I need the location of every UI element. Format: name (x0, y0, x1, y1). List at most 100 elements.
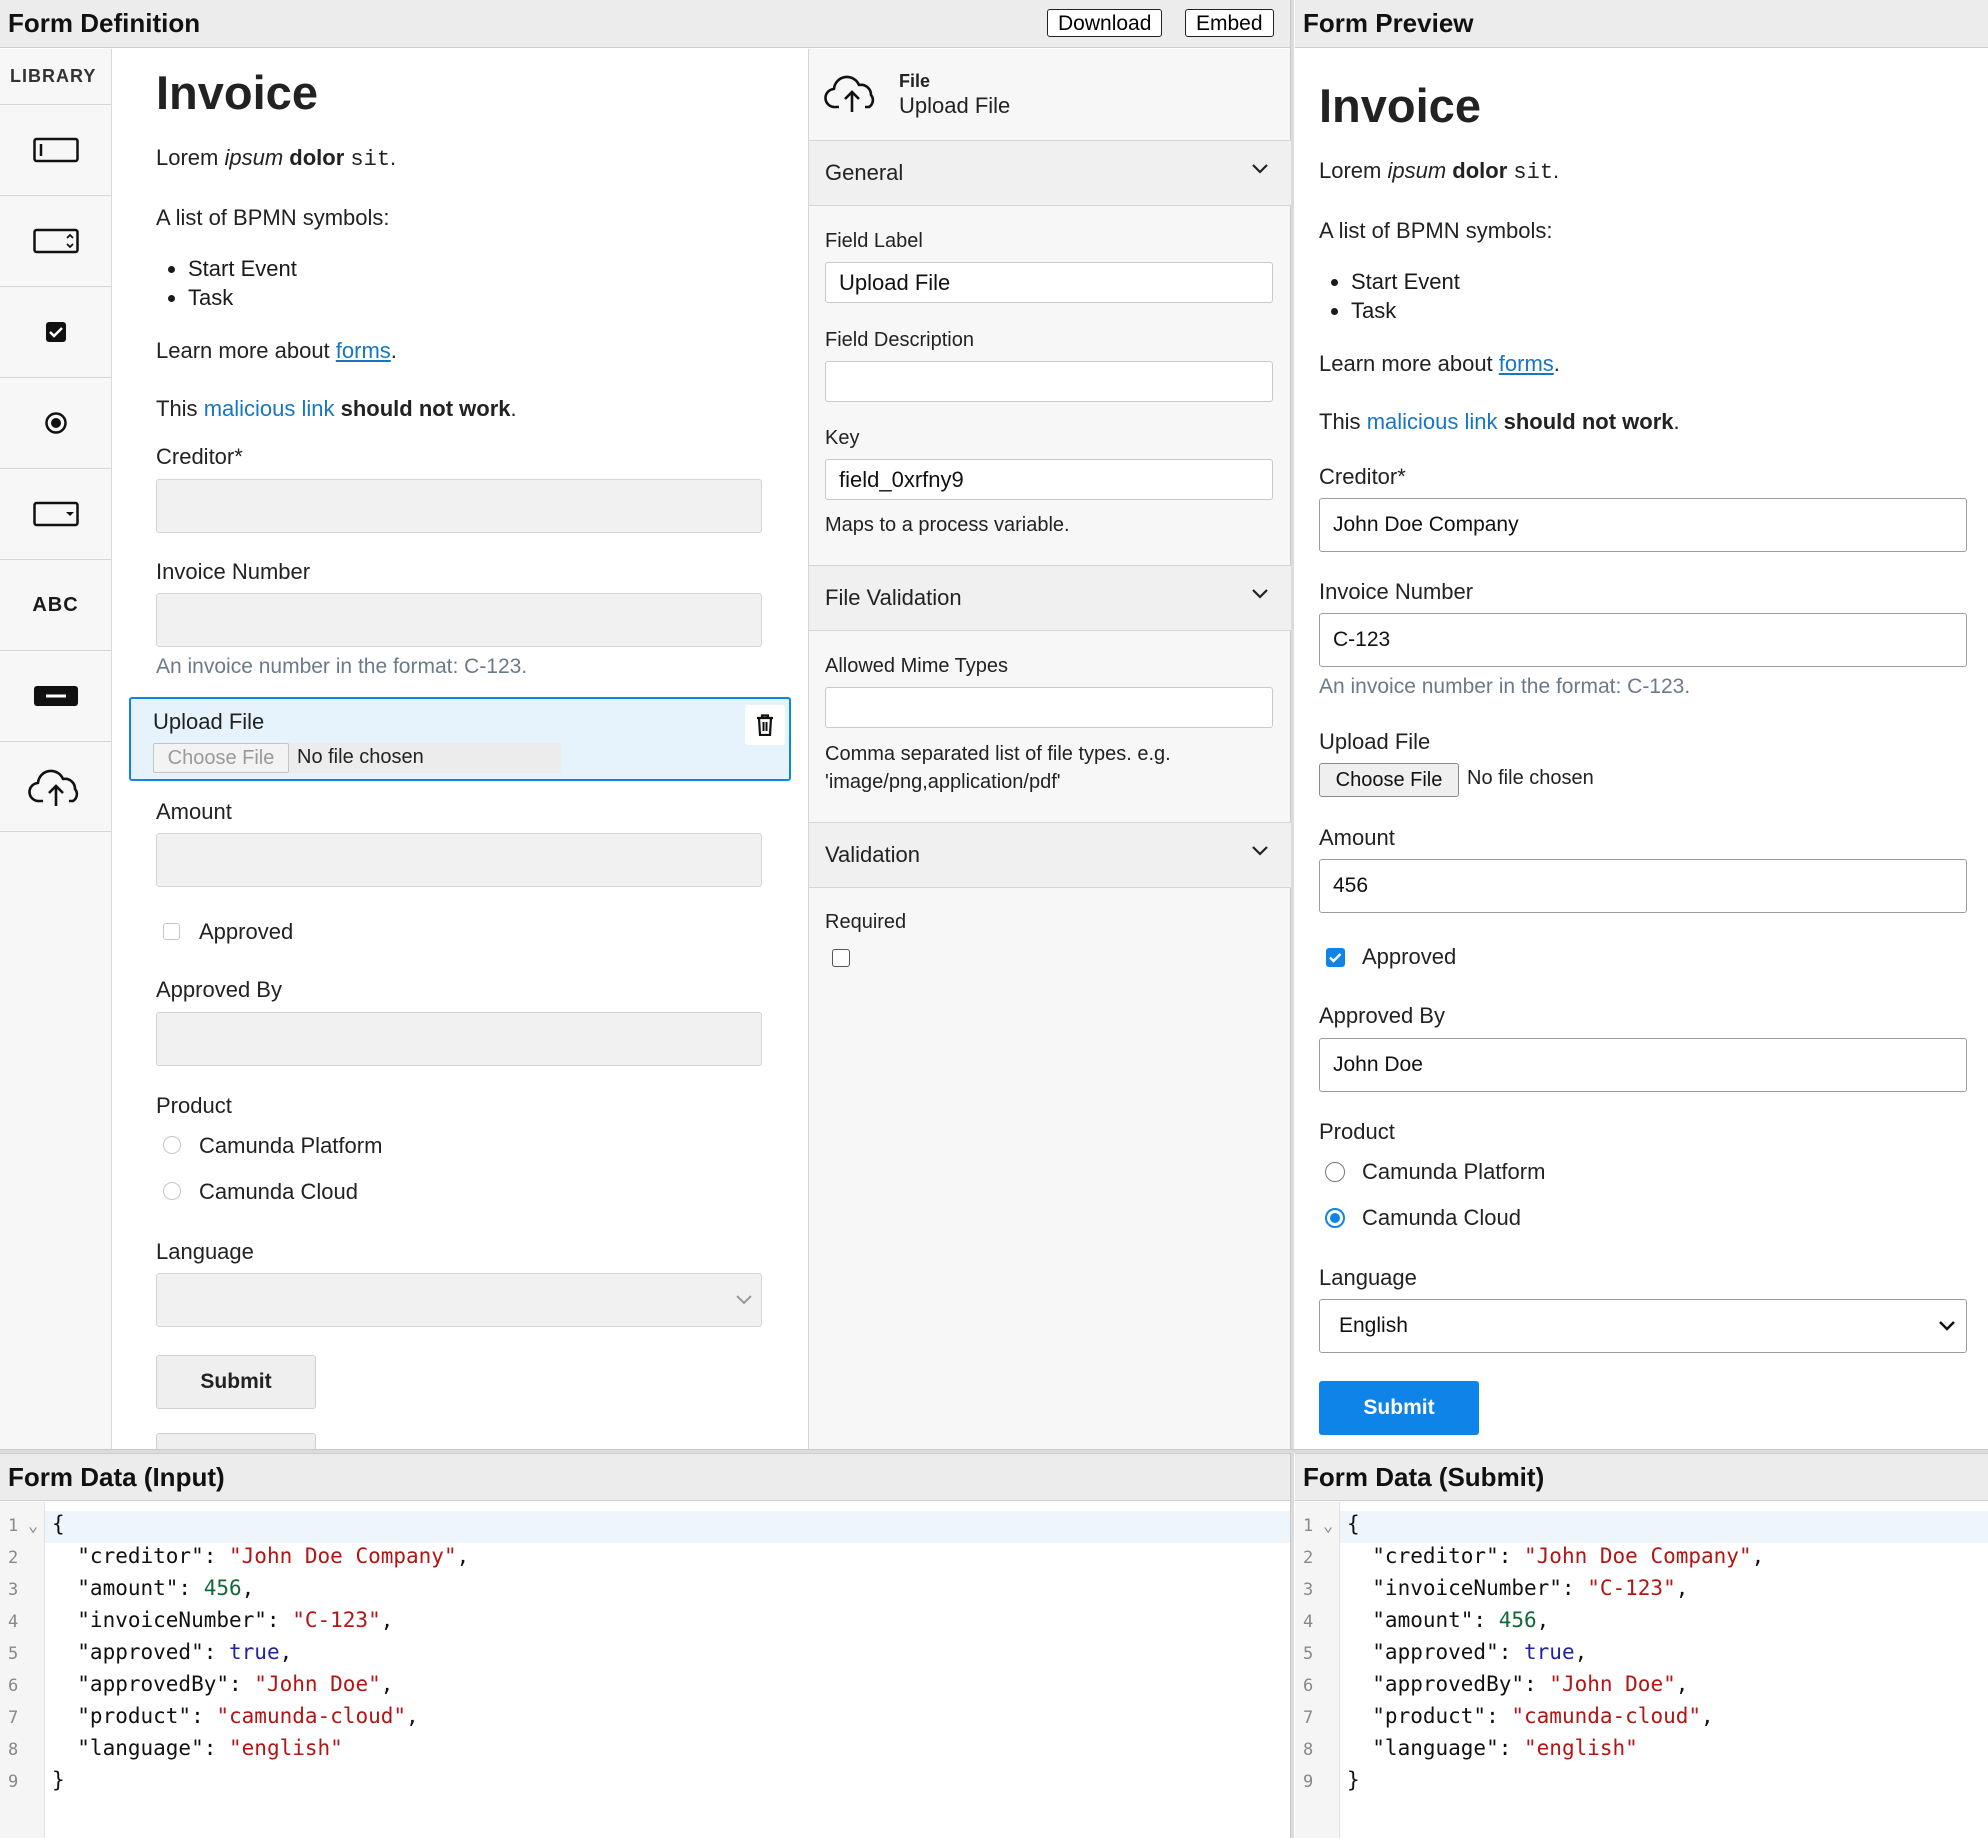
intro-text[interactable]: Lorem ipsum dolor sit. (156, 145, 396, 172)
line-number: 6 (1303, 1676, 1314, 1696)
invoice-number-input[interactable]: C-123 (1319, 613, 1967, 667)
code-line: { (52, 1512, 65, 1536)
bpmn-list: Start EventTask (156, 254, 297, 312)
section-title: File Validation (825, 585, 962, 610)
panel-title: Form Definition (8, 8, 201, 38)
product-radio-platform[interactable] (163, 1136, 181, 1154)
select-icon (32, 501, 79, 527)
palette-textfield[interactable] (0, 104, 111, 195)
chevron-down-icon (736, 1295, 752, 1305)
reset-button[interactable] (156, 1433, 316, 1449)
line-number: 9 (1303, 1772, 1314, 1792)
section-title: Validation (825, 842, 920, 867)
creditor-input[interactable]: John Doe Company (1319, 498, 1967, 552)
upload-label: Upload File (1319, 729, 1431, 754)
line-number: 8 (1303, 1740, 1314, 1760)
vertical-divider[interactable] (1290, 1453, 1294, 1838)
line-number: 3 (1303, 1580, 1314, 1600)
palette-file-upload[interactable] (0, 741, 111, 832)
properties-panel: File Upload File General Field Label Upl… (808, 49, 1291, 1449)
line-number: 5 (8, 1644, 19, 1664)
amount-field[interactable] (156, 833, 762, 887)
approved-checkbox[interactable] (1326, 948, 1345, 967)
button-icon (33, 686, 78, 706)
language-select[interactable] (156, 1273, 762, 1327)
product-radio-cloud[interactable] (1325, 1208, 1345, 1228)
code-line: "amount": 456, (1347, 1608, 1550, 1632)
field-description-input[interactable] (825, 361, 1273, 402)
json-editor-input[interactable]: 1 ⌄ {2 "creditor": "John Doe Company", 3 "a… (0, 1502, 1290, 1838)
creditor-label: Creditor* (156, 444, 243, 469)
line-number: 6 (8, 1676, 19, 1696)
library-title: LIBRARY (10, 66, 97, 86)
code-line: { (1347, 1512, 1360, 1536)
creditor-field[interactable] (156, 479, 762, 533)
list-intro[interactable]: A list of BPMN symbols: (156, 205, 390, 231)
field-description-label: Field Description (825, 329, 974, 351)
form-preview: Invoice Lorem ipsum dolor sit. A list of… (1295, 49, 1988, 1449)
malicious-text[interactable]: This malicious link should not work. (156, 396, 517, 422)
panel-title: Form Data (Input) (8, 1462, 225, 1492)
choose-file-button[interactable]: Choose File (153, 743, 289, 773)
learn-more-text[interactable]: Learn more about forms. (156, 338, 397, 364)
submit-button[interactable]: Submit (156, 1355, 316, 1409)
no-file-text: No file chosen (297, 746, 424, 768)
forms-link[interactable]: forms (1499, 351, 1554, 376)
palette-select[interactable] (0, 468, 111, 559)
language-select[interactable]: English (1319, 1299, 1967, 1353)
form-data-submit-header: Form Data (Submit) (1295, 1453, 1988, 1501)
palette-button[interactable] (0, 650, 111, 741)
palette-library: LIBRARY ABC (0, 49, 112, 1449)
code-line: "creditor": "John Doe Company", (1347, 1544, 1765, 1568)
json-editor-submit[interactable]: 1 ⌄ {2 "creditor": "John Doe Company", 3 "i… (1295, 1502, 1988, 1838)
creditor-label: Creditor* (1319, 464, 1406, 489)
palette-radio[interactable] (0, 377, 111, 468)
choose-file-button[interactable]: Choose File (1319, 763, 1459, 797)
chevron-down-icon (1939, 1321, 1955, 1331)
approved-by-field[interactable] (156, 1012, 762, 1066)
forms-link[interactable]: forms (336, 338, 391, 363)
line-number: 1 (8, 1516, 19, 1536)
amount-label: Amount (156, 799, 232, 824)
section-general[interactable]: General (809, 140, 1291, 206)
form-title[interactable]: Invoice (156, 65, 318, 120)
submit-button[interactable]: Submit (1319, 1381, 1479, 1435)
code-line: "approved": true, (1347, 1640, 1588, 1664)
list-item: Start Event (188, 254, 297, 283)
fold-chevron-icon[interactable]: ⌄ (28, 1516, 38, 1536)
no-file-text: No file chosen (1467, 767, 1594, 789)
invoice-number-field[interactable] (156, 593, 762, 647)
palette-number[interactable] (0, 195, 111, 286)
approved-checkbox[interactable] (163, 923, 180, 940)
key-hint: Maps to a process variable. (825, 514, 1070, 536)
embed-button[interactable]: Embed (1185, 9, 1274, 37)
delete-field-button[interactable] (745, 705, 785, 745)
vertical-divider[interactable] (1290, 0, 1294, 1449)
download-button[interactable]: Download (1047, 9, 1163, 37)
malicious-link[interactable]: malicious link (204, 396, 335, 421)
check-icon (1329, 953, 1342, 963)
required-checkbox[interactable] (832, 949, 850, 967)
line-number: 8 (8, 1740, 19, 1760)
product-option-label: Camunda Platform (1362, 1159, 1546, 1184)
allowed-mime-input[interactable] (825, 687, 1273, 728)
key-input[interactable]: field_0xrfny9 (825, 459, 1273, 500)
palette-text[interactable]: ABC (0, 559, 111, 650)
amount-input[interactable]: 456 (1319, 859, 1967, 913)
field-label-input[interactable]: Upload File (825, 262, 1273, 303)
malicious-link[interactable]: malicious link (1367, 409, 1498, 434)
required-label: Required (825, 911, 907, 933)
file-input[interactable]: Choose File No file chosen (153, 743, 561, 773)
palette-checkbox[interactable] (0, 286, 111, 377)
product-radio-platform[interactable] (1325, 1162, 1345, 1182)
form-data-input-header: Form Data (Input) (0, 1453, 1290, 1501)
fold-chevron-icon[interactable]: ⌄ (1323, 1516, 1333, 1536)
approved-by-input[interactable]: John Doe (1319, 1038, 1967, 1092)
section-file-validation[interactable]: File Validation (809, 565, 1291, 631)
code-line: "language": "english" (52, 1736, 343, 1760)
intro-text: Lorem ipsum dolor sit. (1319, 158, 1560, 185)
selected-upload-field[interactable]: Upload File Choose File No file chosen (129, 697, 791, 781)
product-radio-cloud[interactable] (163, 1182, 181, 1200)
code-line: "amount": 456, (52, 1576, 255, 1600)
section-validation[interactable]: Validation (809, 822, 1291, 888)
